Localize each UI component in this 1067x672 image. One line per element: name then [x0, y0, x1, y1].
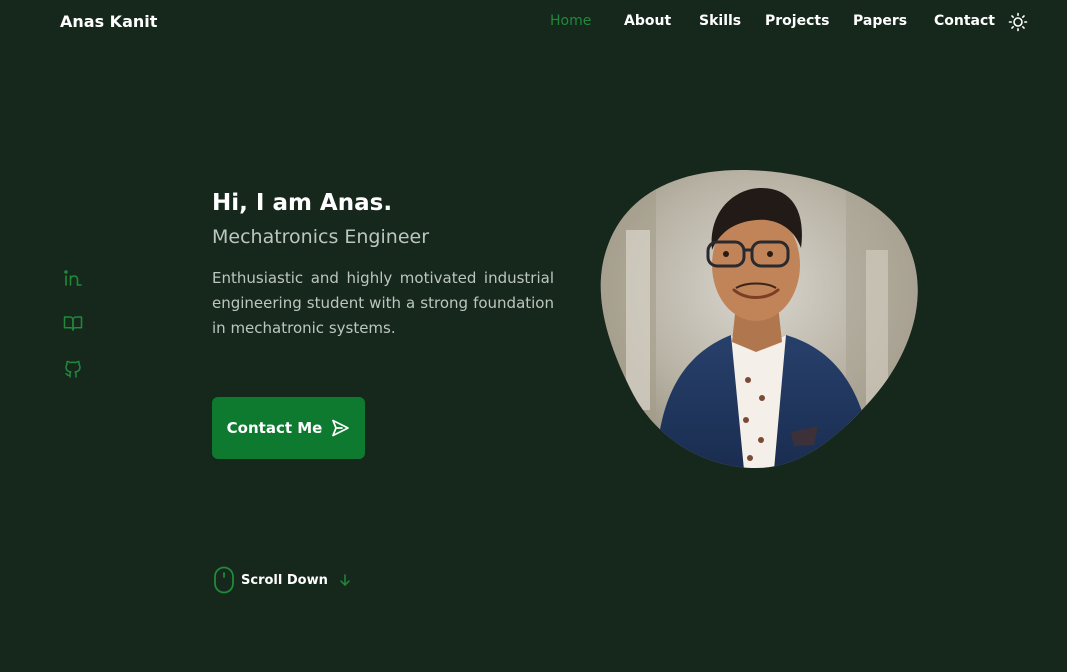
site-header: Anas Kanit Home About Skills Projects Pa… [0, 0, 1067, 44]
scroll-down-label: Scroll Down [241, 572, 328, 588]
scroll-down-link[interactable]: Scroll Down [213, 566, 352, 594]
linkedin-link[interactable] [62, 267, 84, 289]
nav-link-projects[interactable]: Projects [765, 13, 829, 29]
nav-link-papers[interactable]: Papers [853, 13, 907, 29]
contact-me-button[interactable]: Contact Me [212, 397, 365, 459]
contact-me-label: Contact Me [226, 419, 323, 437]
nav-link-skills[interactable]: Skills [699, 13, 741, 29]
mouse-icon [214, 566, 234, 594]
papers-link[interactable] [62, 312, 84, 334]
hero-description: Enthusiastic and highly motivated indust… [212, 269, 554, 337]
book-open-icon [63, 316, 83, 331]
nav-link-about[interactable]: About [624, 13, 671, 29]
hero-title: Hi, I am Anas. [212, 190, 393, 216]
send-icon [332, 419, 350, 437]
arrow-down-icon [340, 574, 350, 586]
linkedin-icon [64, 270, 82, 286]
sun-icon [1008, 12, 1028, 32]
nav-link-contact[interactable]: Contact [934, 13, 995, 29]
github-link[interactable] [62, 358, 84, 380]
hero-subtitle: Mechatronics Engineer [212, 226, 430, 248]
main-nav: Home About Skills Projects Papers Contac… [0, 13, 1067, 33]
theme-toggle-button[interactable] [1008, 12, 1028, 32]
github-icon [65, 360, 81, 378]
profile-photo [596, 170, 918, 470]
nav-link-home[interactable]: Home [550, 13, 591, 29]
